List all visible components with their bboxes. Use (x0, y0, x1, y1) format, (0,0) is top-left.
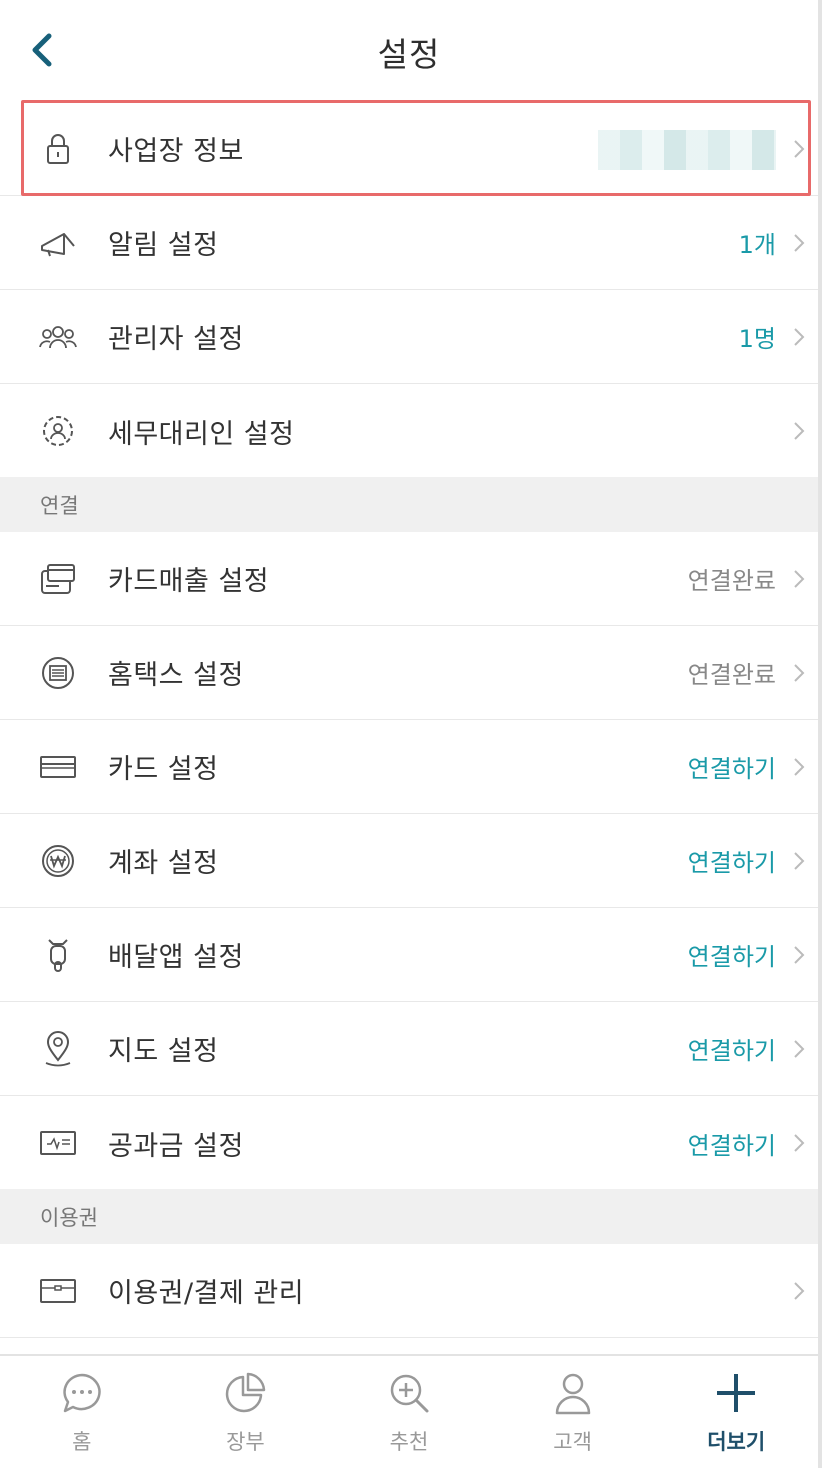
page-title: 설정 (377, 35, 441, 74)
row-label: 카드매출 설정 (108, 566, 270, 597)
map-pin-icon (36, 1027, 80, 1071)
chevron-right-icon (794, 233, 805, 252)
row-label: 지도 설정 (108, 1036, 219, 1067)
chevron-right-icon (794, 1281, 805, 1300)
lock-icon (36, 127, 80, 171)
row-value: 1개 (738, 231, 776, 259)
row-value: 연결하기 (687, 849, 776, 877)
row-label: 공과금 설정 (108, 1130, 244, 1162)
card-terminal-icon (36, 557, 80, 601)
row-subscription[interactable]: 이용권/결제 관리 (0, 1244, 818, 1338)
won-coin-icon (36, 839, 80, 883)
chevron-right-icon (794, 945, 805, 964)
row-value: 연결하기 (687, 1037, 776, 1065)
gear-person-icon (36, 409, 80, 453)
row-label: 관리자 설정 (108, 324, 244, 355)
row-utility[interactable]: 공과금 설정 연결하기 (0, 1096, 818, 1190)
row-label: 알림 설정 (108, 230, 219, 261)
people-icon (36, 315, 80, 359)
ticket-icon (36, 1269, 80, 1313)
section-subscription: 이용권 (0, 1189, 818, 1244)
row-hometax[interactable]: 홈택스 설정 연결완료 (0, 626, 818, 720)
tab-recommend[interactable]: 추천 (327, 1356, 491, 1468)
plus-icon (713, 1370, 759, 1416)
blurred-value (598, 130, 776, 170)
chevron-right-icon (794, 757, 805, 776)
tab-more[interactable]: 더보기 (654, 1356, 818, 1468)
document-circle-icon (36, 651, 80, 695)
tab-home[interactable]: 홈 (0, 1356, 164, 1468)
row-tax-agent[interactable]: 세무대리인 설정 (0, 384, 818, 478)
tab-label: 추천 (389, 1430, 429, 1454)
scroll-edge (818, 0, 822, 1468)
row-label: 계좌 설정 (108, 848, 219, 879)
tab-label: 홈 (72, 1430, 92, 1454)
chat-bubble-icon (59, 1370, 105, 1416)
chevron-right-icon (794, 422, 805, 440)
row-value: 1명 (738, 325, 776, 353)
row-value: 연결완료 (687, 567, 776, 595)
pie-chart-icon (222, 1370, 268, 1416)
tab-label: 장부 (226, 1430, 265, 1454)
row-label: 세무대리인 설정 (108, 418, 295, 450)
megaphone-icon (36, 221, 80, 265)
chevron-right-icon (794, 663, 805, 682)
chevron-right-icon (794, 327, 805, 346)
row-value: 연결하기 (687, 943, 776, 971)
row-label: 사업장 정보 (108, 136, 244, 167)
header: 설정 (0, 0, 818, 100)
row-delivery[interactable]: 배달앱 설정 연결하기 (0, 908, 818, 1002)
row-card[interactable]: 카드 설정 연결하기 (0, 720, 818, 814)
row-value: 연결하기 (687, 755, 776, 783)
row-value: 연결하기 (687, 1131, 776, 1160)
row-label: 배달앱 설정 (108, 942, 244, 973)
tab-label: 더보기 (707, 1430, 766, 1454)
scooter-icon (36, 933, 80, 977)
row-label: 카드 설정 (108, 754, 219, 785)
chevron-right-icon (794, 1134, 805, 1152)
zoom-plus-icon (386, 1370, 432, 1416)
bill-icon (36, 1121, 80, 1165)
chevron-right-icon (794, 1039, 805, 1058)
section-connection: 연결 (0, 477, 818, 532)
row-value: 연결완료 (687, 661, 776, 689)
row-notifications[interactable]: 알림 설정 1개 (0, 196, 818, 290)
chevron-right-icon (794, 851, 805, 870)
tab-customers[interactable]: 고객 (491, 1356, 655, 1468)
row-label: 홈택스 설정 (108, 660, 244, 691)
bottom-tab-bar: 홈 장부 추천 고객 더보기 (0, 1354, 818, 1468)
chevron-right-icon (794, 139, 805, 158)
chevron-right-icon (794, 569, 805, 588)
card-icon (36, 745, 80, 789)
row-account[interactable]: 계좌 설정 연결하기 (0, 814, 818, 908)
tab-label: 고객 (553, 1430, 592, 1454)
row-admins[interactable]: 관리자 설정 1명 (0, 290, 818, 384)
row-map[interactable]: 지도 설정 연결하기 (0, 1002, 818, 1096)
person-icon (550, 1370, 596, 1416)
row-label: 이용권/결제 관리 (108, 1278, 305, 1309)
tab-ledger[interactable]: 장부 (164, 1356, 328, 1468)
row-card-sales[interactable]: 카드매출 설정 연결완료 (0, 532, 818, 626)
row-business-info[interactable]: 사업장 정보 (0, 102, 818, 196)
